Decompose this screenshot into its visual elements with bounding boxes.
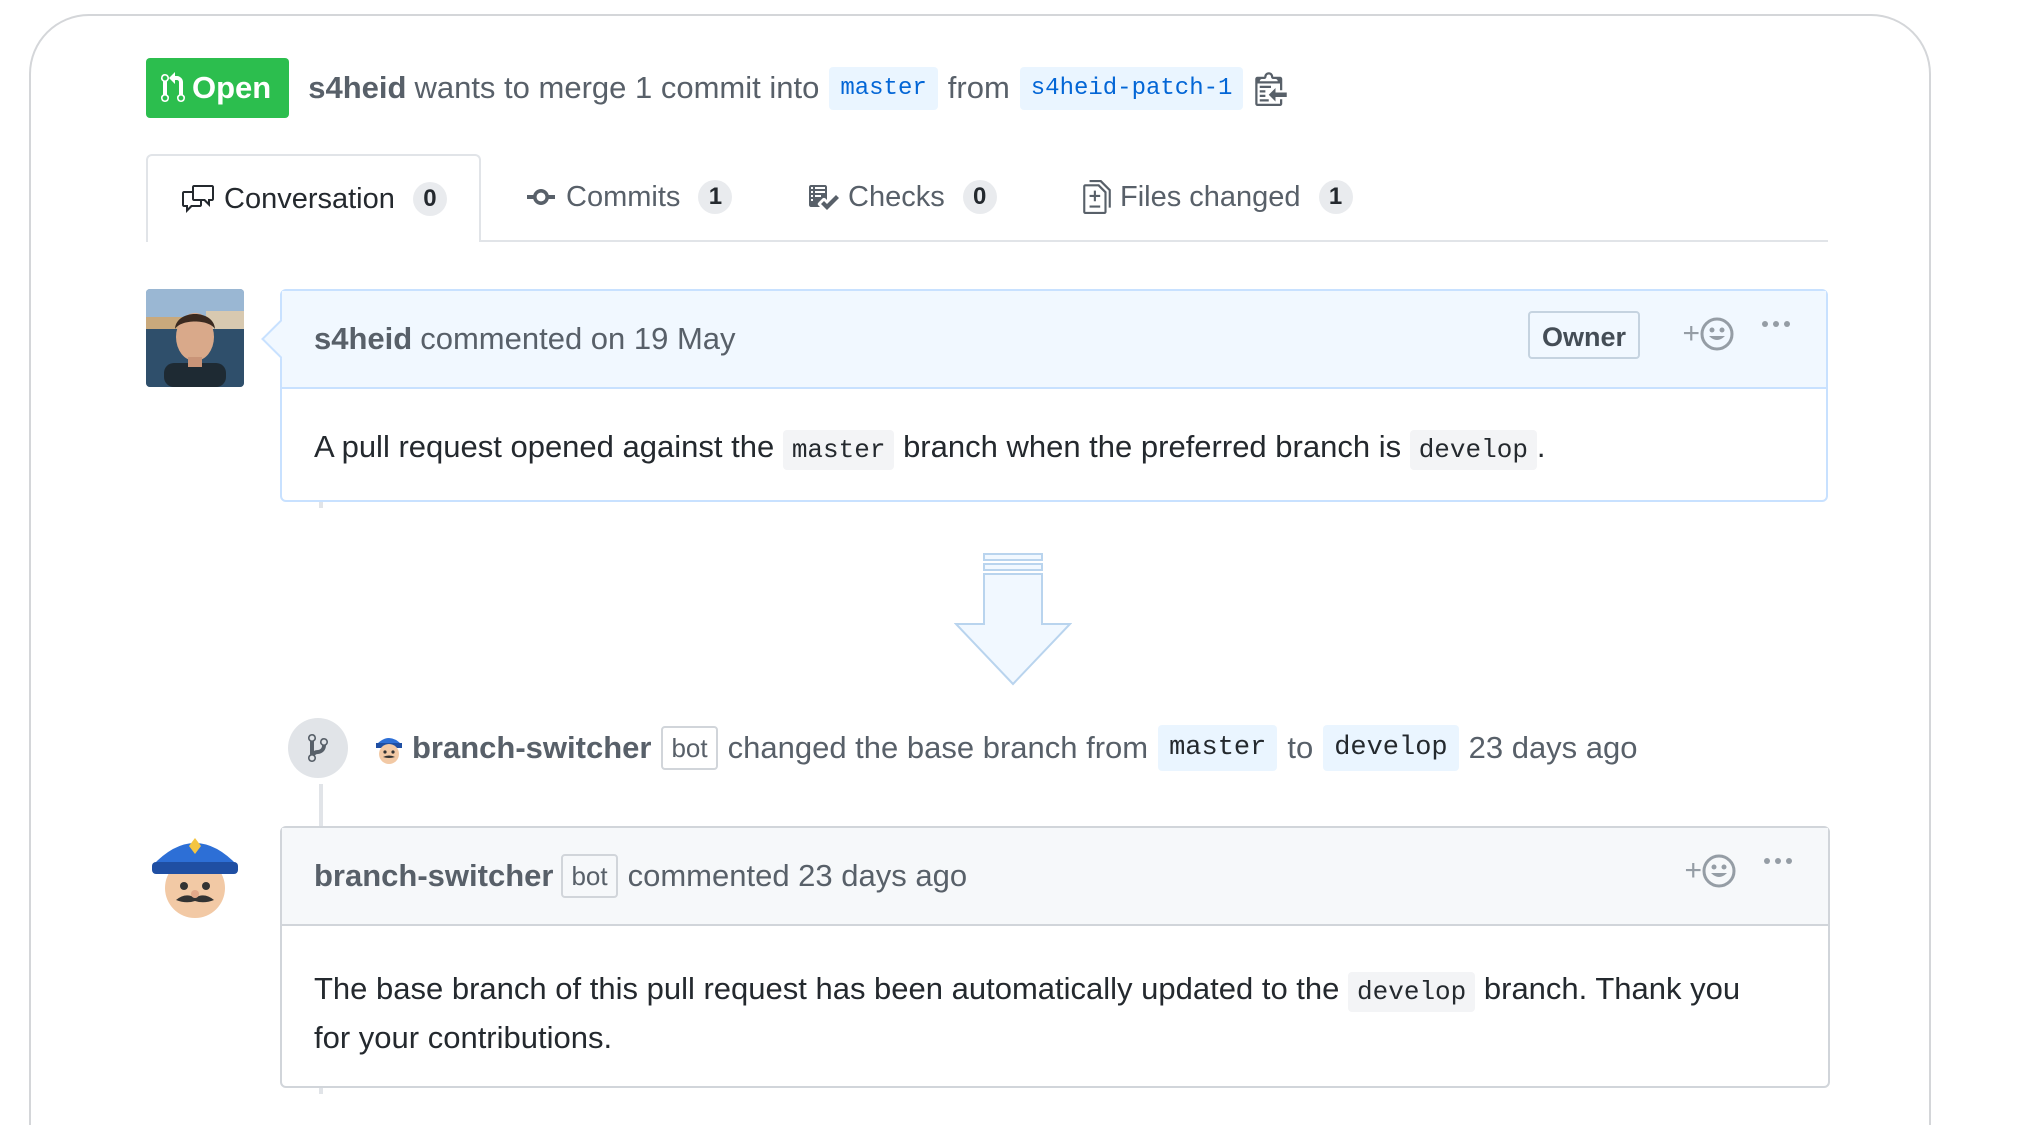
comment-text: branch when the preferred branch is: [903, 429, 1402, 464]
comment-text: A pull request opened against the: [314, 429, 775, 464]
event-to-text: to: [1287, 730, 1314, 765]
file-diff-icon: [1083, 180, 1111, 214]
code-develop: develop: [1348, 972, 1476, 1012]
pr-author-link[interactable]: s4heid: [308, 70, 406, 106]
owner-label: Owner: [1527, 311, 1640, 359]
timeline-line: [319, 502, 323, 508]
branch-switcher-avatar[interactable]: [146, 826, 244, 924]
smiley-icon: [1702, 854, 1736, 888]
tab-files-changed[interactable]: Files changed 1: [1082, 154, 1353, 240]
pr-tabs: Conversation 0 Commits 1 Checks 0 Files …: [146, 154, 1828, 242]
comment-timestamp[interactable]: commented on 19 May: [420, 321, 735, 357]
tab-commits[interactable]: Commits 1: [524, 154, 733, 240]
more-options-icon[interactable]: [1762, 321, 1790, 327]
comment-body: The base branch of this pull request has…: [282, 926, 1828, 1061]
comment-text: branch. Thank you: [1483, 971, 1741, 1006]
comment-text: .: [1536, 429, 1546, 464]
comment-header: branch-switcher bot commented 23 days ag…: [282, 828, 1828, 926]
base-branch-ref[interactable]: master: [829, 66, 938, 110]
event-author[interactable]: branch-switcher: [412, 730, 651, 766]
smiley-icon: [1700, 317, 1734, 351]
checklist-icon: [809, 185, 839, 210]
pull-request-icon: [161, 72, 185, 103]
event-from-branch[interactable]: master: [1158, 725, 1278, 771]
head-branch-ref[interactable]: s4heid-patch-1: [1019, 66, 1244, 110]
pr-state-badge: Open: [146, 58, 290, 118]
pr-header: Open s4heid wants to merge 1 commit into…: [146, 58, 1288, 118]
comment-line: The base branch of this pull request has…: [314, 966, 1796, 1015]
comment-branch-switcher: branch-switcher bot commented 23 days ag…: [280, 826, 1830, 1088]
from-text: from: [947, 70, 1010, 105]
plus-text: +: [1684, 854, 1702, 887]
tab-counter: 1: [1318, 180, 1353, 214]
comment-discussion-icon: [182, 185, 214, 213]
tab-conversation[interactable]: Conversation 0: [146, 154, 481, 242]
event-time[interactable]: 23 days ago: [1469, 730, 1638, 766]
comment-s4heid: s4heid commented on 19 May Owner + A pul…: [261, 289, 1828, 502]
tab-checks[interactable]: Checks 0: [806, 154, 997, 240]
code-master: master: [782, 430, 895, 470]
tab-label: Checks: [848, 180, 945, 213]
tab-counter: 1: [698, 180, 733, 214]
git-branch-icon: [308, 734, 328, 762]
tab-label: Commits: [566, 180, 681, 213]
timeline-line: [319, 1088, 323, 1094]
branch-switcher-mini-avatar[interactable]: [372, 731, 406, 765]
comment-author[interactable]: s4heid: [314, 321, 412, 357]
comment-line: for your contributions.: [314, 1020, 613, 1055]
tab-label: Conversation: [224, 182, 395, 215]
event-text: changed the base branch from: [727, 730, 1149, 765]
base-branch-change-event: branch-switcher bot changed the base bra…: [288, 718, 1638, 778]
tab-counter: 0: [962, 180, 997, 214]
down-arrow-icon: [953, 552, 1073, 686]
tab-counter: 0: [412, 182, 447, 216]
clipboard-copy-icon[interactable]: [1255, 70, 1288, 106]
comment-author[interactable]: branch-switcher: [314, 858, 553, 894]
code-develop: develop: [1409, 430, 1537, 470]
event-to-branch[interactable]: develop: [1323, 725, 1459, 771]
comment-timestamp[interactable]: commented 23 days ago: [628, 858, 968, 894]
bot-label: bot: [661, 726, 718, 770]
comment-header: s4heid commented on 19 May Owner +: [282, 291, 1826, 389]
comment-body: A pull request opened against the master…: [282, 389, 1826, 473]
s4heid-avatar[interactable]: [146, 289, 244, 387]
bot-label: bot: [561, 854, 618, 898]
tab-label: Files changed: [1120, 180, 1301, 213]
more-options-icon[interactable]: [1764, 858, 1792, 864]
timeline-line: [319, 784, 323, 826]
comment-text: The base branch of this pull request has…: [314, 971, 1340, 1006]
git-commit-icon: [527, 189, 555, 205]
pr-state-label: Open: [192, 70, 272, 105]
event-badge: [288, 718, 348, 778]
merge-text: wants to merge 1 commit into: [414, 70, 820, 105]
plus-text: +: [1682, 317, 1700, 350]
add-reaction-button[interactable]: +: [1682, 317, 1734, 351]
add-reaction-button[interactable]: +: [1684, 854, 1736, 888]
